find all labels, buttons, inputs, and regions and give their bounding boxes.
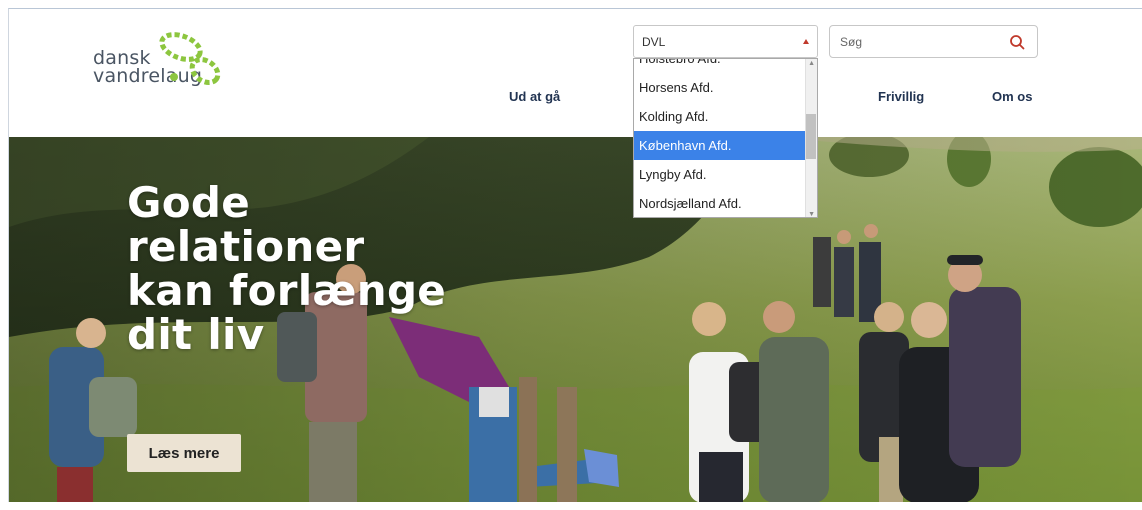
hero-banner: Gode relationer kan forlænge dit liv Læs…	[9, 137, 1142, 502]
department-select[interactable]: DVL	[633, 25, 818, 58]
site-header: dansk vandrelaug Ud at gå Frivillig Om o…	[9, 9, 1142, 137]
hero-title-line: Gode	[127, 178, 251, 227]
search-box[interactable]	[829, 25, 1038, 58]
option-horsens[interactable]: Horsens Afd.	[634, 73, 806, 102]
option-nordsjaelland[interactable]: Nordsjælland Afd.	[634, 189, 806, 217]
hero-title-line: dit liv	[127, 310, 265, 359]
list-scrollbar[interactable]: ▲ ▼	[805, 59, 817, 217]
search-icon[interactable]	[1009, 34, 1025, 50]
hero-title-line: relationer	[127, 222, 365, 271]
scroll-down-icon[interactable]: ▼	[808, 211, 815, 217]
nav-item-frivillig[interactable]: Frivillig	[878, 89, 924, 104]
browser-viewport: dansk vandrelaug Ud at gå Frivillig Om o…	[8, 8, 1142, 502]
option-lyngby[interactable]: Lyngby Afd.	[634, 160, 806, 189]
select-value: DVL	[642, 35, 666, 49]
scrollbar-thumb[interactable]	[806, 114, 816, 159]
option-holstebro[interactable]: Holstebro Afd.	[634, 59, 806, 73]
option-kolding[interactable]: Kolding Afd.	[634, 102, 806, 131]
nav-item-om-os[interactable]: Om os	[992, 89, 1032, 104]
department-options-list[interactable]: Holstebro Afd. Horsens Afd. Kolding Afd.…	[633, 58, 818, 218]
option-kobenhavn[interactable]: København Afd.	[634, 131, 806, 160]
caret-up-icon	[803, 39, 809, 44]
hero-title-line: kan forlænge	[127, 266, 447, 315]
hero-title: Gode relationer kan forlænge dit liv	[127, 181, 446, 357]
nav-item-ud-at-ga[interactable]: Ud at gå	[509, 89, 560, 104]
footprints-icon	[159, 32, 221, 85]
read-more-button[interactable]: Læs mere	[127, 434, 241, 472]
search-input[interactable]	[840, 33, 990, 51]
site-logo[interactable]: dansk vandrelaug	[93, 27, 243, 97]
scroll-up-icon[interactable]: ▲	[808, 60, 815, 67]
